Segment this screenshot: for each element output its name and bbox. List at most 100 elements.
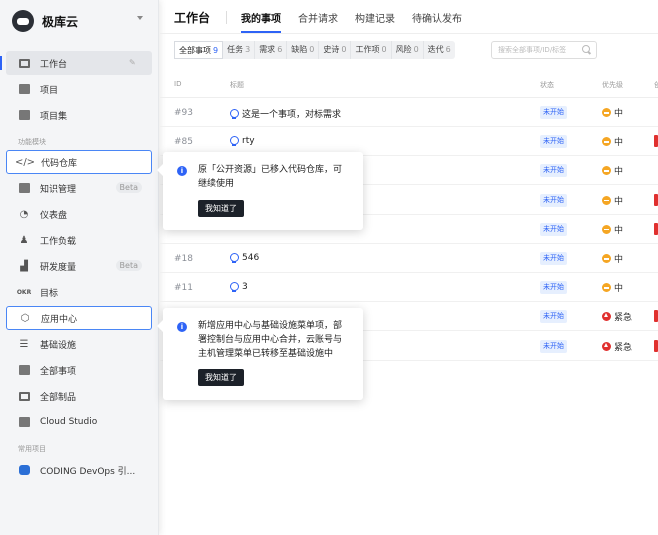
- filter-chip-count: 0: [413, 45, 419, 54]
- lightbulb-icon: [230, 253, 239, 263]
- priority-label: 中: [614, 284, 624, 295]
- sidebar-item-projects[interactable]: 项目: [6, 77, 152, 101]
- sidebar-item-dashboard[interactable]: ◔ 仪表盘: [6, 202, 152, 226]
- sidebar-item-label: 代码仓库: [41, 158, 78, 169]
- issue-title[interactable]: 这是一个事项，对标需求: [230, 107, 341, 120]
- sidebar-item-infrastructure[interactable]: ☰ 基础设施: [6, 332, 152, 356]
- sidebar-item-app-center[interactable]: ⬡ 应用中心: [6, 306, 152, 330]
- section-label-common: 常用项目: [18, 445, 46, 453]
- filter-chip-count: 9: [213, 46, 219, 55]
- priority[interactable]: 中: [602, 223, 623, 236]
- users-icon: ♟: [19, 234, 29, 246]
- sidebar-item-label: 研发度量: [40, 262, 77, 273]
- issue-id[interactable]: #93: [174, 108, 193, 118]
- issue-title[interactable]: 546: [230, 253, 259, 263]
- filter-chip[interactable]: 风险 0: [392, 41, 424, 59]
- brand[interactable]: 极库云: [12, 8, 78, 34]
- priority-urgent-icon: [602, 312, 611, 322]
- sidebar-item-metrics[interactable]: ▟ 研发度量 Beta: [6, 254, 152, 278]
- sidebar-item-label: Cloud Studio: [40, 417, 98, 427]
- priority-label: 紧急: [614, 342, 633, 353]
- got-it-button[interactable]: 我知道了: [198, 369, 244, 386]
- filter-chip[interactable]: 史诗 0: [319, 41, 352, 59]
- table-row[interactable]: #11 3 未开始 中: [160, 273, 658, 303]
- search-icon: [582, 45, 590, 53]
- status-badge[interactable]: 未开始: [540, 135, 567, 149]
- popover-text-line: 原「公开资源」已移入代码仓库，可: [198, 165, 343, 175]
- sidebar-item-label: 仪表盘: [40, 210, 68, 221]
- app-root: 极库云 工作台 ✎ 项目 项目集 功能模块 </> 代码仓库 知识管理 Beta…: [0, 0, 658, 535]
- filter-chip-count: 6: [445, 45, 451, 54]
- folder-icon: [18, 83, 30, 95]
- priority[interactable]: 紧急: [602, 340, 632, 353]
- priority[interactable]: 中: [602, 135, 623, 148]
- type-tag-icon: [654, 310, 658, 323]
- priority[interactable]: 中: [602, 164, 623, 177]
- sidebar-item-code-repo[interactable]: </> 代码仓库: [6, 150, 152, 174]
- sidebar-item-cloud-studio[interactable]: Cloud Studio: [6, 410, 152, 434]
- type-tag-icon: [654, 193, 658, 206]
- sidebar-item-common-project[interactable]: CODING DevOps 引...: [6, 458, 152, 482]
- priority[interactable]: 中: [602, 194, 623, 207]
- sidebar-item-knowledge[interactable]: 知识管理 Beta: [6, 176, 152, 200]
- sidebar-item-okr[interactable]: OKR 目标: [6, 280, 152, 304]
- tab-build-records[interactable]: 构建记录: [355, 10, 395, 25]
- issue-id[interactable]: #11: [174, 283, 193, 293]
- priority[interactable]: 中: [602, 106, 623, 119]
- priority-medium-icon: [602, 254, 611, 263]
- table-row[interactable]: #93 这是一个事项，对标需求 未开始 中: [160, 98, 658, 127]
- filter-chip[interactable]: 缺陷 0: [287, 41, 320, 59]
- filter-chip[interactable]: 迭代 6: [424, 41, 455, 59]
- beta-badge: Beta: [115, 182, 142, 193]
- issue-title-text: 3: [242, 282, 248, 293]
- status-badge[interactable]: 未开始: [540, 252, 567, 265]
- filter-chip-label: 迭代: [427, 45, 444, 54]
- status-badge[interactable]: 未开始: [540, 222, 567, 236]
- sidebar-item-all-issues[interactable]: 全部事项: [6, 358, 152, 382]
- sidebar-item-workbench[interactable]: 工作台 ✎: [0, 51, 152, 75]
- column-header-title: 标题: [230, 81, 244, 89]
- column-header-id: ID: [174, 80, 182, 88]
- got-it-button[interactable]: 我知道了: [198, 200, 244, 217]
- sidebar-item-all-artifacts[interactable]: 全部制品: [6, 384, 152, 408]
- priority[interactable]: 中: [602, 281, 623, 294]
- sidebar-item-label: 工作负载: [40, 236, 77, 247]
- status-badge[interactable]: 未开始: [540, 106, 567, 119]
- filter-chip-label: 工作项: [355, 45, 380, 54]
- status-badge[interactable]: 未开始: [540, 164, 567, 178]
- filter-chip[interactable]: 需求 6: [255, 41, 288, 59]
- status-badge[interactable]: 未开始: [540, 339, 567, 353]
- table-row[interactable]: #18 546 未开始 中: [160, 244, 658, 273]
- filter-chip[interactable]: 工作项 0: [351, 41, 392, 59]
- search-input[interactable]: 搜索全部事项/ID/标签: [491, 41, 597, 59]
- sidebar-item-workload[interactable]: ♟ 工作负载: [6, 228, 152, 252]
- filter-chip-label: 需求: [259, 45, 276, 54]
- filter-chip-count: 0: [381, 45, 387, 54]
- status-badge[interactable]: 未开始: [540, 193, 567, 207]
- column-header-priority: 优先级: [602, 81, 623, 89]
- issue-id[interactable]: #85: [174, 137, 193, 147]
- issue-title[interactable]: rty: [230, 136, 255, 147]
- tab-pending-release[interactable]: 待确认发布: [412, 10, 462, 25]
- sidebar-item-project-sets[interactable]: 项目集: [6, 103, 152, 127]
- filter-chip[interactable]: 全部事项 9: [174, 41, 224, 59]
- filter-chip[interactable]: 任务 3: [223, 41, 256, 59]
- code-icon: </>: [14, 156, 36, 168]
- status-badge[interactable]: 未开始: [540, 310, 567, 324]
- priority-medium-icon: [602, 195, 611, 205]
- popover-text-line: 新增应用中心与基础设施菜单项，部: [198, 321, 343, 331]
- column-header-status: 状态: [540, 81, 554, 89]
- sidebar-item-label: 基础设施: [40, 340, 77, 351]
- priority[interactable]: 紧急: [602, 310, 632, 323]
- filter-chip-count: 0: [309, 45, 315, 54]
- tab-merge-requests[interactable]: 合并请求: [298, 10, 338, 25]
- tab-my-issues[interactable]: 我的事项: [241, 10, 281, 33]
- type-tag-icon: [654, 135, 658, 148]
- priority[interactable]: 中: [602, 252, 623, 265]
- status-badge[interactable]: 未开始: [540, 281, 567, 295]
- chevron-down-icon[interactable]: [137, 16, 143, 20]
- issue-title[interactable]: 3: [230, 282, 248, 293]
- pin-icon[interactable]: ✎: [129, 58, 138, 67]
- issue-id[interactable]: #18: [174, 254, 193, 264]
- header: 工作台 我的事项 合并请求 构建记录 待确认发布: [160, 0, 658, 34]
